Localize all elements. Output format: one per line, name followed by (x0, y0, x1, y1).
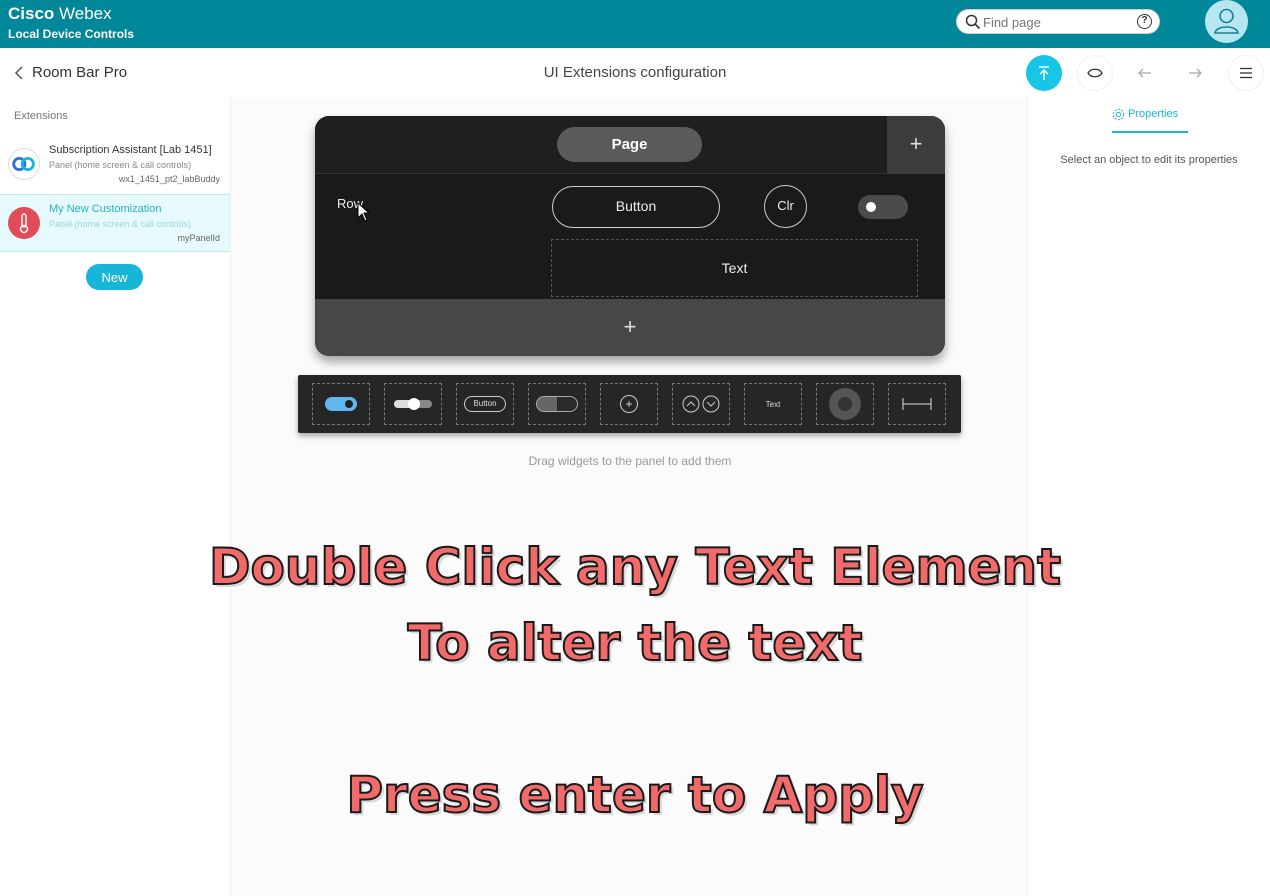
tray-button-label: Button (464, 396, 506, 412)
brand: Cisco Webex Local Device Controls (8, 4, 135, 42)
preview-button[interactable] (1077, 55, 1113, 91)
extension-name: Subscription Assistant [Lab 1451] (49, 144, 212, 156)
tray-directional-pad[interactable] (816, 383, 874, 425)
tray-spacer[interactable] (888, 383, 946, 425)
tray-toggle-on[interactable] (312, 383, 370, 425)
top-bar: Cisco Webex Local Device Controls ? (0, 0, 1270, 48)
webex-icon (8, 148, 40, 180)
menu-icon (1240, 67, 1252, 79)
directional-pad-icon (829, 388, 861, 420)
properties-tab[interactable]: Properties (1112, 108, 1188, 133)
widget-button[interactable]: Button (552, 186, 720, 228)
caption-line-3: Press enter to Apply (345, 765, 924, 825)
eye-icon (1087, 68, 1103, 78)
tray-button[interactable]: Button (456, 383, 514, 425)
page-tab[interactable]: Page (557, 127, 702, 162)
extension-type: Panel (home screen & call controls) (49, 219, 192, 229)
caption-line-1: Double Click any Text Element (208, 537, 1062, 597)
extension-item[interactable]: Subscription Assistant [Lab 1451] Panel … (0, 136, 230, 194)
extension-name: My New Customization (49, 203, 162, 215)
brand-cisco: Cisco (8, 4, 55, 23)
extension-type: Panel (home screen & call controls) (49, 160, 192, 170)
panel-preview: Page + Row Button Clr Text + (315, 116, 945, 356)
plus-icon: + (620, 395, 638, 413)
search-icon (965, 14, 981, 30)
sub-header: Room Bar Pro UI Extensions configuration (0, 48, 1270, 98)
user-icon (1214, 8, 1239, 34)
mouse-pointer-icon (357, 202, 371, 222)
thermometer-icon (8, 207, 40, 239)
widget-toggle[interactable] (858, 195, 908, 219)
tray-icon-button[interactable]: + (600, 383, 658, 425)
caption-line-2: To alter the text (407, 613, 864, 673)
add-row-button[interactable]: + (315, 299, 945, 356)
extension-item-selected[interactable]: My New Customization Panel (home screen … (0, 194, 230, 252)
tray-slider[interactable] (384, 383, 442, 425)
widget-tray: Button + Text (298, 375, 961, 433)
redo-button[interactable] (1177, 55, 1213, 91)
undo-button[interactable] (1127, 55, 1163, 91)
add-page-button[interactable]: + (887, 116, 945, 174)
properties-empty-message: Select an object to edit its properties (1060, 154, 1238, 166)
find-page-search[interactable]: ? (956, 9, 1160, 34)
back-link[interactable]: Room Bar Pro (14, 64, 127, 81)
spacer-icon (902, 398, 932, 410)
search-input[interactable] (983, 13, 1123, 31)
device-name: Room Bar Pro (32, 64, 128, 81)
gear-icon (1112, 108, 1125, 121)
undo-icon (1138, 68, 1151, 78)
widget-text[interactable]: Text (551, 239, 918, 297)
redo-icon (1189, 68, 1202, 78)
sidebar-title: Extensions (14, 110, 68, 122)
extension-id: myPanelId (177, 233, 220, 243)
avatar[interactable] (1205, 0, 1248, 43)
widget-circle-button[interactable]: Clr (764, 185, 807, 228)
tray-spinner[interactable] (672, 383, 730, 425)
up-down-icon (682, 395, 720, 413)
tray-text[interactable]: Text (744, 383, 802, 425)
properties-tab-label: Properties (1128, 108, 1179, 120)
tray-group-button[interactable] (528, 383, 586, 425)
new-extension-button[interactable]: New (86, 264, 143, 290)
drag-hint: Drag widgets to the panel to add them (528, 454, 732, 468)
upload-icon (1039, 66, 1049, 80)
chevron-left-icon (14, 65, 23, 80)
brand-subtitle: Local Device Controls (8, 27, 135, 41)
brand-webex: Webex (54, 4, 112, 23)
extension-id: wx1_1451_pt2_labBuddy (118, 174, 220, 184)
page-tab-bar: Page + (315, 116, 945, 174)
upload-button[interactable] (1026, 55, 1062, 91)
menu-button[interactable] (1228, 55, 1264, 91)
question-icon[interactable]: ? (1137, 14, 1152, 29)
